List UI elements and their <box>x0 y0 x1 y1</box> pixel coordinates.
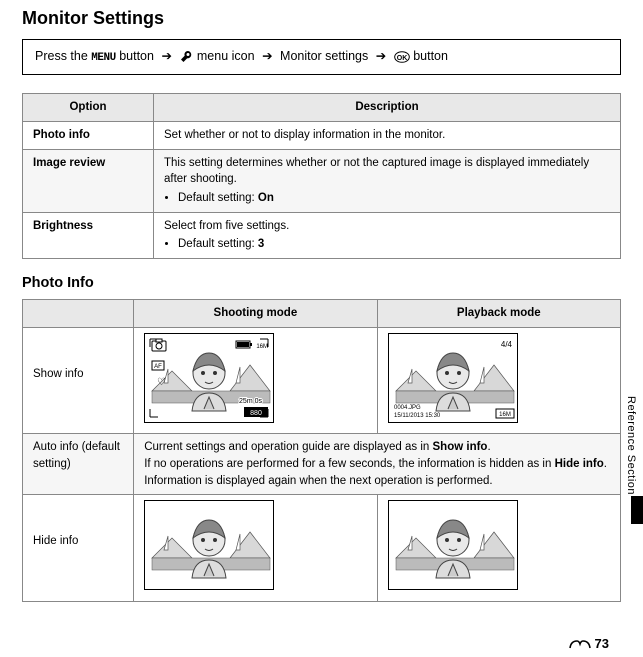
option-image-review: Image review <box>23 149 154 212</box>
lcd-illustration-hide-info-shoot <box>144 500 274 590</box>
page-number: 73 <box>595 636 609 651</box>
table-row: Show info <box>23 327 621 434</box>
option-brightness-desc: Select from five settings. Default setti… <box>154 212 621 258</box>
show-info-playback-illustration: 4/4 0004.JPG 15/11/2013 15:30 16M <box>377 327 620 434</box>
auto-info-text-1c: . <box>487 441 490 453</box>
options-table: Option Description Photo info Set whethe… <box>22 93 621 259</box>
svg-text:0004.JPG: 0004.JPG <box>394 405 421 411</box>
menu-button-glyph: MENU <box>91 52 115 64</box>
auto-info-text-1a: Current settings and operation guide are… <box>144 441 432 453</box>
photo-info-table: Shooting mode Playback mode Show info <box>22 299 621 602</box>
overlay-16m: 16M <box>257 344 269 350</box>
instruction-word-button2: button <box>413 49 448 63</box>
image-review-default: Default setting: On <box>178 190 610 207</box>
auto-info-text-2a: If no operations are performed for a few… <box>144 458 554 470</box>
instruction-menu-icon-text: menu icon <box>197 49 255 63</box>
wrench-icon <box>179 50 193 64</box>
option-brightness: Brightness <box>23 212 154 258</box>
svg-text:AF: AF <box>154 364 162 370</box>
svg-text:♡: ♡ <box>157 377 166 388</box>
options-table-header-description: Description <box>154 94 621 122</box>
brightness-default: Default setting: 3 <box>178 236 610 253</box>
default-value: 3 <box>258 238 264 250</box>
photo-info-header-shooting: Shooting mode <box>134 300 377 328</box>
page-footer: 73 <box>569 636 609 651</box>
arrow-icon: ➔ <box>372 49 390 63</box>
show-info-label: Show info <box>23 327 134 434</box>
lcd-illustration-hide-info-play <box>388 500 518 590</box>
table-row: Photo info Set whether or not to display… <box>23 122 621 150</box>
arrow-icon: ➔ <box>258 49 276 63</box>
option-photo-info-desc: Set whether or not to display informatio… <box>154 122 621 150</box>
svg-text:16M: 16M <box>499 412 511 418</box>
svg-text:880: 880 <box>250 410 262 417</box>
default-label: Default setting: <box>178 238 255 250</box>
svg-text:25m 0s: 25m 0s <box>239 398 262 405</box>
auto-info-text-2b: Hide info <box>555 458 604 470</box>
instruction-prefix: Press the <box>35 49 88 63</box>
side-thumb-marker <box>631 496 643 524</box>
lcd-illustration-show-info-play: 4/4 0004.JPG 15/11/2013 15:30 16M <box>388 333 518 423</box>
footer-icon <box>569 638 591 650</box>
page-title: Monitor Settings <box>22 8 621 29</box>
instruction-word-button1: button <box>119 49 154 63</box>
photo-info-header-playback: Playback mode <box>377 300 620 328</box>
svg-text:OK: OK <box>396 55 407 62</box>
brightness-desc-text: Select from five settings. <box>164 220 289 232</box>
option-image-review-desc: This setting determines whether or not t… <box>154 149 621 212</box>
instruction-monitor-settings: Monitor settings <box>280 49 368 63</box>
default-label: Default setting: <box>178 192 255 204</box>
table-row: Hide info <box>23 495 621 602</box>
hide-info-label: Hide info <box>23 495 134 602</box>
option-photo-info: Photo info <box>23 122 154 150</box>
table-row: Image review This setting determines whe… <box>23 149 621 212</box>
hide-info-playback-illustration <box>377 495 620 602</box>
photo-info-subheading: Photo Info <box>22 275 621 291</box>
options-table-header-option: Option <box>23 94 154 122</box>
photo-info-corner-cell <box>23 300 134 328</box>
auto-info-label: Auto info (default setting) <box>23 434 134 495</box>
lcd-illustration-show-info-shoot: 16M AF ♡ 25m 0s 880 <box>144 333 274 423</box>
default-value: On <box>258 192 274 204</box>
show-info-shooting-illustration: 16M AF ♡ 25m 0s 880 <box>134 327 377 434</box>
auto-info-text-1b: Show info <box>433 441 488 453</box>
svg-text:4/4: 4/4 <box>500 340 512 349</box>
table-row: Auto info (default setting) Current sett… <box>23 434 621 495</box>
navigation-instruction: Press the MENU button ➔ menu icon ➔ Moni… <box>22 39 621 75</box>
auto-info-description: Current settings and operation guide are… <box>134 434 621 495</box>
svg-text:15/11/2013 15:30: 15/11/2013 15:30 <box>394 413 441 419</box>
table-row: Brightness Select from five settings. De… <box>23 212 621 258</box>
side-tab-reference-section: Reference Section <box>623 392 639 499</box>
image-review-desc-text: This setting determines whether or not t… <box>164 157 589 186</box>
arrow-icon: ➔ <box>157 49 175 63</box>
ok-icon: OK <box>394 51 410 63</box>
hide-info-shooting-illustration <box>134 495 377 602</box>
